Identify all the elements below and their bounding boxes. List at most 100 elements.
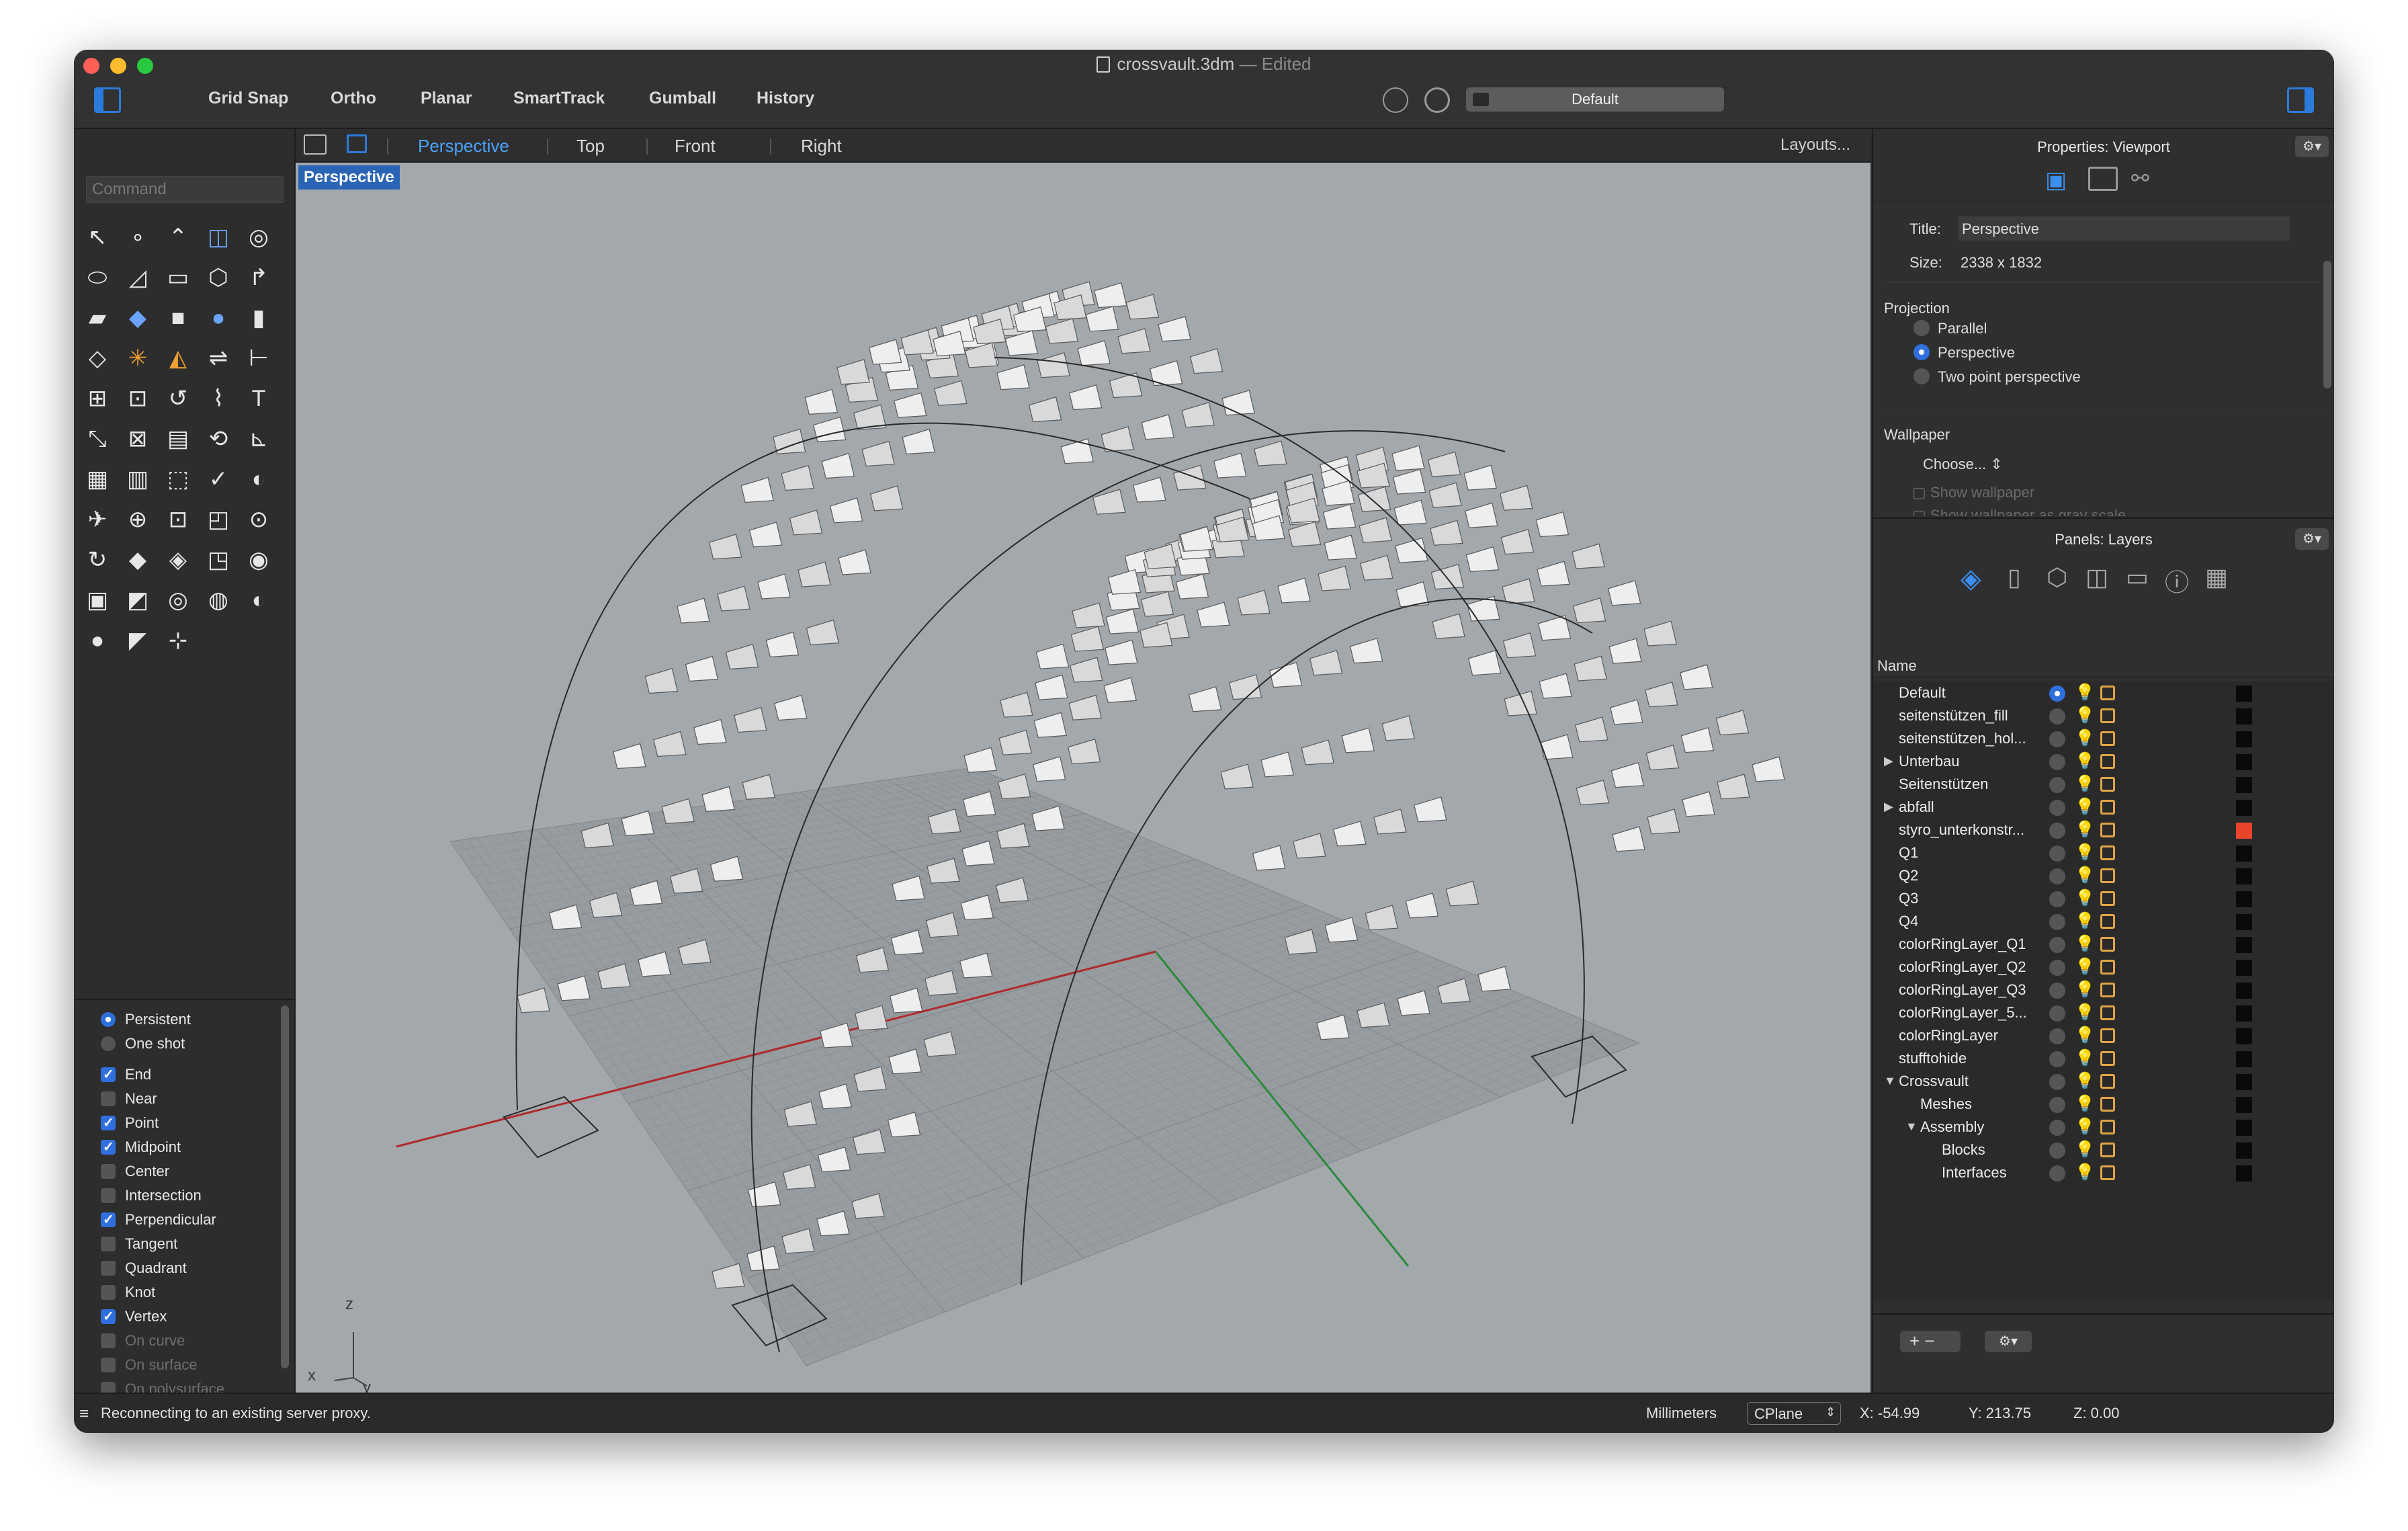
car-tool-icon[interactable]: ◆ — [121, 543, 155, 577]
cplane-select[interactable]: CPlane ⇕ — [1747, 1402, 1841, 1425]
visibility-bulb-icon[interactable]: 💡 — [2075, 1071, 2095, 1091]
move-tool-icon[interactable]: ⤡ — [81, 422, 114, 456]
current-layer-radio[interactable] — [2049, 845, 2065, 862]
layer-color-swatch[interactable] — [2236, 823, 2252, 839]
osnap-knot-checkbox[interactable]: Knot — [101, 1282, 155, 1302]
layer-color-swatch[interactable] — [2236, 960, 2252, 976]
visibility-bulb-icon[interactable]: 💡 — [2075, 774, 2095, 794]
perspective-viewport[interactable]: z x y Perspective — [296, 163, 1870, 1393]
explode-tool-icon[interactable]: ✳ — [121, 341, 155, 375]
color-tool-icon[interactable]: ◎ — [161, 583, 195, 617]
show-wallpaper-checkbox[interactable]: ▢ Show wallpaper — [1912, 484, 2034, 501]
osnap-tangent-checkbox[interactable]: Tangent — [101, 1234, 177, 1254]
rotate-view-tool-icon[interactable]: ↻ — [81, 543, 114, 577]
grid-snap-button[interactable]: Grid Snap — [208, 89, 288, 108]
polyline-tool-icon[interactable]: ⌃ — [161, 220, 195, 254]
gray-scale-checkbox[interactable]: ▢ Show wallpaper as gray scale — [1912, 507, 2126, 516]
array-tool-icon[interactable]: ⊠ — [121, 422, 155, 456]
persistent-radio[interactable]: Persistent — [101, 1009, 191, 1030]
current-layer-radio[interactable] — [2049, 800, 2065, 816]
current-layer-radio[interactable] — [2049, 1120, 2065, 1136]
scrollbar[interactable] — [281, 1005, 289, 1368]
visibility-bulb-icon[interactable]: 💡 — [2075, 729, 2095, 748]
environment-tool-icon[interactable]: ◍ — [202, 583, 235, 617]
extrude-tool-icon[interactable]: ◆ — [121, 301, 155, 335]
layer-color-swatch[interactable] — [2236, 1120, 2252, 1136]
current-layer-radio[interactable] — [2049, 731, 2065, 747]
visibility-bulb-icon[interactable]: 💡 — [2075, 911, 2095, 931]
current-layer-radio[interactable] — [2049, 914, 2065, 930]
lock-icon[interactable] — [2100, 1120, 2115, 1134]
lock-icon[interactable] — [2100, 983, 2115, 997]
lock-icon[interactable] — [2100, 754, 2115, 769]
lock-icon[interactable] — [2100, 708, 2115, 723]
current-layer-radio[interactable] — [2049, 937, 2065, 953]
layer-color-swatch[interactable] — [2236, 686, 2252, 702]
layer-row[interactable]: seitenstützen_hol... 💡 — [1873, 727, 2270, 750]
layer-row[interactable]: ▼ Crossvault 💡 — [1873, 1070, 2270, 1093]
cursor-tool-icon[interactable]: ↖ — [81, 220, 114, 254]
layer-options-gear-icon[interactable]: ⚙▾ — [1985, 1331, 2032, 1352]
layer-row[interactable]: seitenstützen_fill 💡 — [1873, 704, 2270, 727]
menu-icon[interactable]: ≡ — [79, 1405, 89, 1423]
viewport-title-input[interactable]: Perspective — [1958, 216, 2290, 241]
model-canvas[interactable]: z x y — [296, 163, 1870, 1393]
object-icon[interactable]: ⬡ — [2047, 563, 2067, 591]
layer-color-swatch[interactable] — [2236, 868, 2252, 884]
visibility-bulb-icon[interactable]: 💡 — [2075, 1003, 2095, 1022]
layer-row[interactable]: Q3 💡 — [1873, 887, 2270, 910]
copy-tool-icon[interactable]: ▤ — [161, 422, 195, 456]
layout-icon[interactable]: ◫ — [2086, 563, 2108, 591]
cylinder-tool-icon[interactable]: ▮ — [242, 301, 275, 335]
rectangle-tool-icon[interactable]: ▭ — [161, 261, 195, 294]
lock-icon[interactable] — [2100, 800, 2115, 815]
group-tool-icon[interactable]: ⊞ — [81, 382, 114, 415]
osnap-point-checkbox[interactable]: Point — [101, 1113, 159, 1133]
text-tool-icon[interactable]: T — [242, 382, 275, 415]
ortho-button[interactable]: Ortho — [331, 89, 376, 108]
layer-color-swatch[interactable] — [2236, 983, 2252, 999]
document-icon[interactable]: ▯ — [2008, 563, 2021, 591]
arc-tool-icon[interactable]: ◿ — [121, 261, 155, 294]
layer-color-swatch[interactable] — [2236, 891, 2252, 907]
tab-perspective[interactable]: Perspective — [418, 136, 509, 157]
osnap-on-surface-checkbox[interactable]: On surface — [101, 1355, 198, 1375]
lock-icon[interactable] — [2100, 1143, 2115, 1157]
zoom-window-tool-icon[interactable]: ⊡ — [161, 503, 195, 536]
layer-row[interactable]: styro_unterkonstr... 💡 — [1873, 819, 2270, 841]
smarttrack-button[interactable]: SmartTrack — [513, 89, 605, 108]
help-icon[interactable]: ⓘ — [2165, 563, 2189, 598]
sun-tool-icon[interactable]: ◐ — [242, 583, 275, 617]
light-tool-icon[interactable]: ◉ — [242, 543, 275, 577]
visibility-bulb-icon[interactable]: 💡 — [2075, 820, 2095, 839]
render-sphere-tool-icon[interactable]: ● — [81, 624, 114, 657]
properties-gear-icon[interactable]: ⚙▾ — [2295, 136, 2329, 157]
sphere-tool-icon[interactable]: ● — [202, 301, 235, 335]
trim-tool-icon[interactable]: ⊢ — [242, 341, 275, 375]
disclosure-triangle-icon[interactable]: ▶ — [1884, 754, 1893, 768]
rebuild-tool-icon[interactable]: ↺ — [161, 382, 195, 415]
disclosure-triangle-icon[interactable]: ▼ — [1884, 1074, 1896, 1088]
choose-wallpaper-select[interactable]: Choose... ⇕ — [1923, 456, 2003, 473]
lock-icon[interactable] — [2100, 1074, 2115, 1089]
visibility-bulb-icon[interactable]: 💡 — [2075, 1163, 2095, 1182]
visibility-bulb-icon[interactable]: 💡 — [2075, 1026, 2095, 1045]
dimension-tool-icon[interactable]: ⊾ — [242, 422, 275, 456]
layer-row[interactable]: colorRingLayer_Q2 💡 — [1873, 956, 2270, 979]
osnap-quadrant-checkbox[interactable]: Quadrant — [101, 1258, 187, 1278]
single-view-icon[interactable] — [347, 134, 367, 153]
lock-icon[interactable] — [2100, 891, 2115, 906]
toggle-right-sidebar-button[interactable] — [2287, 87, 2314, 113]
current-layer-radio[interactable] — [2049, 891, 2065, 907]
lock-icon[interactable] — [2100, 960, 2115, 975]
lock-icon[interactable] — [2100, 731, 2115, 746]
current-layer-radio[interactable] — [2049, 1097, 2065, 1113]
gumball-button[interactable]: Gumball — [649, 89, 716, 108]
visibility-bulb-icon[interactable]: 💡 — [2075, 706, 2095, 725]
record-history-icon[interactable] — [1383, 87, 1408, 113]
layer-color-swatch[interactable] — [2236, 708, 2252, 725]
ellipse-tool-icon[interactable]: ⬭ — [81, 261, 114, 294]
lock-icon[interactable] — [2100, 1005, 2115, 1020]
layer-row[interactable]: ▶ abfall 💡 — [1873, 796, 2270, 819]
osnap-intersection-checkbox[interactable]: Intersection — [101, 1186, 202, 1206]
